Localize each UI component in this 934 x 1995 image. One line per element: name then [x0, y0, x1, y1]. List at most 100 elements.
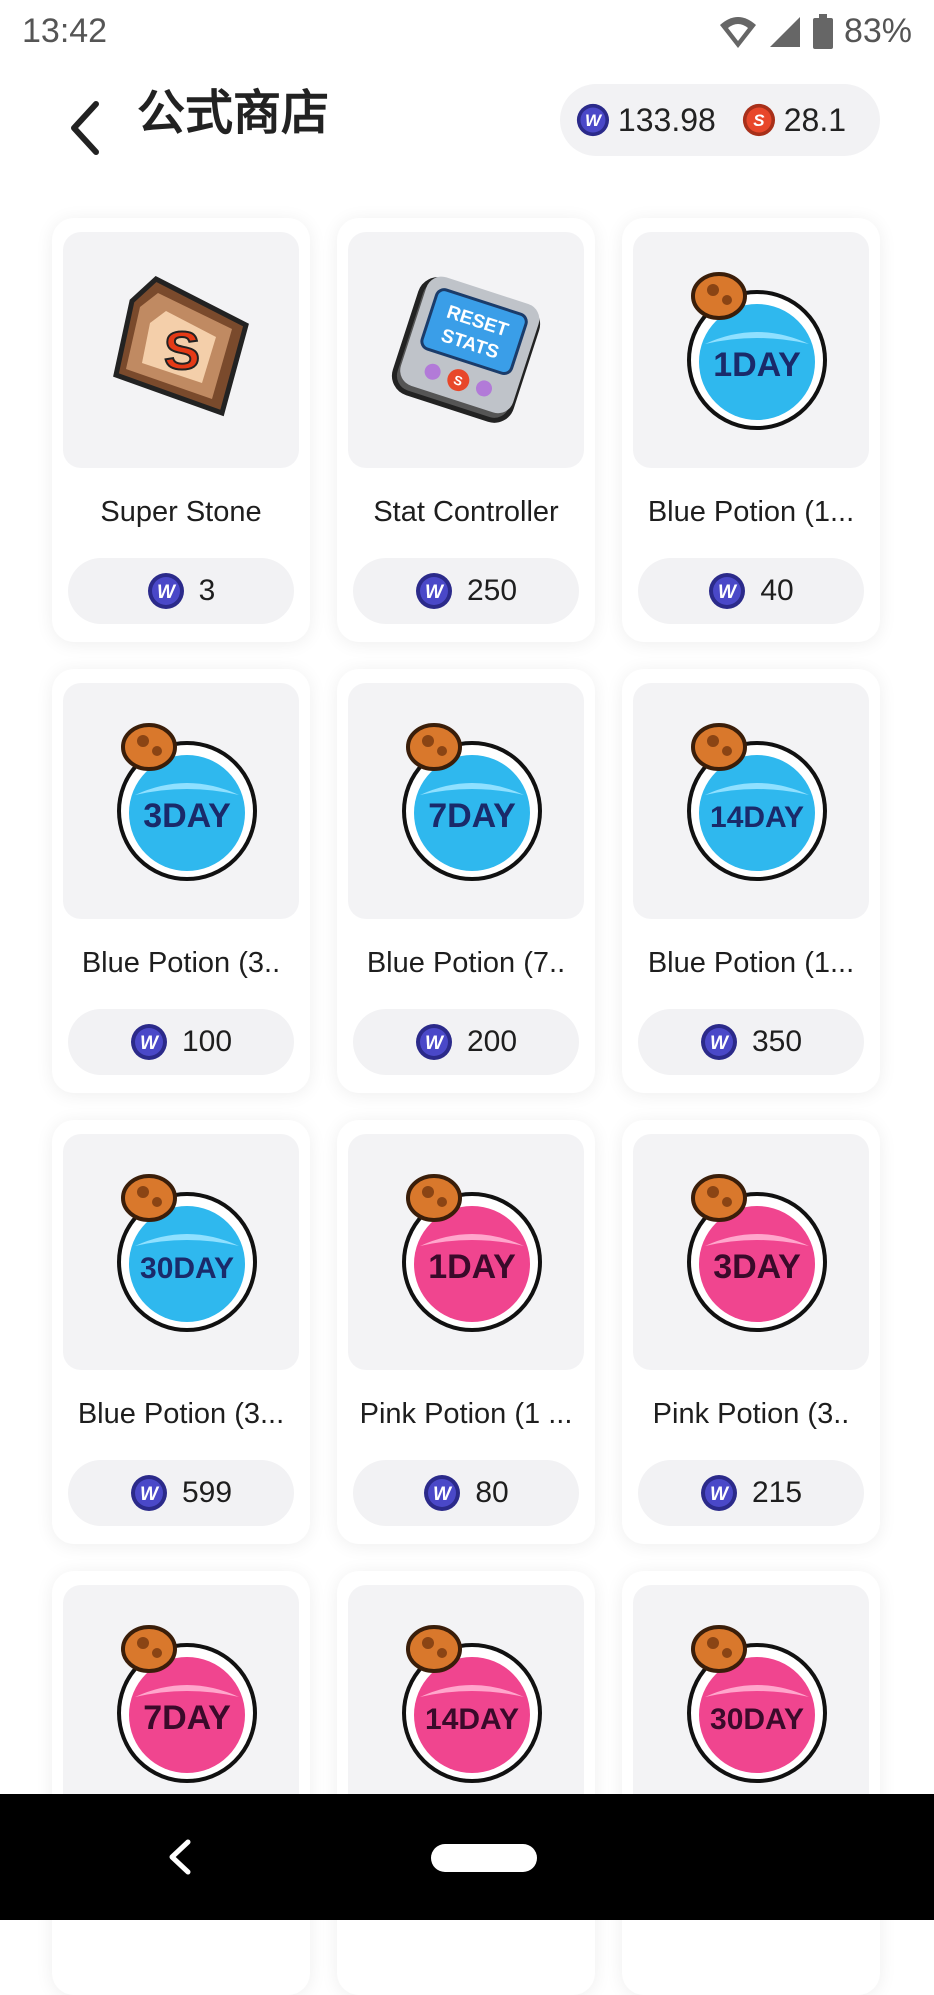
product-price: 599 — [181, 1476, 233, 1509]
product-image: 7DAY — [348, 683, 584, 919]
s-coin-letter: S — [753, 111, 765, 130]
product-price: 40 — [760, 574, 794, 607]
buy-button[interactable]: W 40 — [638, 558, 864, 624]
pink-potion-icon: 3DAY — [687, 1174, 827, 1332]
w-coin-letter: W — [425, 1033, 445, 1054]
buy-button[interactable]: W 350 — [638, 1009, 864, 1075]
potion-label: 14DAY — [710, 801, 804, 834]
product-name: Stat Controller — [373, 496, 559, 528]
w-coin-icon: W — [147, 573, 184, 609]
buy-button[interactable]: W 100 — [68, 1009, 294, 1075]
product-price: 80 — [475, 1476, 509, 1509]
pink-potion-icon: 14DAY — [402, 1625, 542, 1783]
nav-back-icon[interactable] — [162, 1832, 198, 1882]
product-image: 3DAY — [63, 683, 299, 919]
balance-pill: W 133.98 S 28.1 — [560, 84, 880, 156]
battery-percent: 83% — [843, 12, 912, 50]
product-image: 7DAY — [63, 1585, 299, 1821]
potion-label: 30DAY — [710, 1703, 804, 1736]
product-name: Blue Potion (3... — [77, 1398, 285, 1430]
product-price: 250 — [466, 574, 518, 607]
product-card[interactable]: S Super Stone W 3 — [52, 218, 310, 642]
potion-label: 3DAY — [143, 797, 231, 835]
product-card[interactable]: 7DAY Blue Potion (7.. W 200 — [337, 669, 595, 1093]
buy-button[interactable]: W 80 — [353, 1460, 579, 1526]
product-name: Blue Potion (7.. — [366, 947, 566, 979]
product-card[interactable]: 1DAY Blue Potion (1... W 40 — [622, 218, 880, 642]
potion-label: 3DAY — [713, 1248, 801, 1286]
super-stone-icon: S — [113, 275, 249, 417]
status-time: 13:42 — [22, 12, 108, 50]
w-coin-icon: W — [424, 1475, 461, 1511]
buy-button[interactable]: W 599 — [68, 1460, 294, 1526]
product-price: 200 — [466, 1025, 518, 1058]
w-coin-letter: W — [425, 582, 445, 603]
product-image: RESET STATS S — [348, 232, 584, 468]
product-card[interactable]: 1DAY Pink Potion (1 ... W 80 — [337, 1120, 595, 1544]
w-coin-letter: W — [710, 1033, 730, 1054]
product-card[interactable]: 7DAY — [52, 1571, 310, 1995]
blue-potion-icon: 14DAY — [687, 723, 827, 881]
pink-potion-icon: 30DAY — [687, 1625, 827, 1783]
status-icons: 83% — [718, 12, 912, 51]
signal-icon — [769, 16, 800, 47]
s-balance-value: 28.1 — [783, 101, 846, 138]
potion-label: 30DAY — [140, 1252, 234, 1285]
product-image: 1DAY — [633, 232, 869, 468]
product-image: S — [63, 232, 299, 468]
product-name: Pink Potion (1 ... — [359, 1398, 573, 1430]
back-arrow-icon[interactable] — [62, 92, 112, 162]
stone-letter: S — [164, 321, 200, 381]
potion-label: 1DAY — [428, 1248, 516, 1286]
w-coin-icon: W — [700, 1024, 737, 1060]
w-coin-letter: W — [710, 1484, 730, 1505]
buy-button[interactable]: W 215 — [638, 1460, 864, 1526]
potion-label: 7DAY — [428, 797, 516, 835]
buy-button[interactable]: W 250 — [353, 558, 579, 624]
blue-potion-icon: 30DAY — [117, 1174, 257, 1332]
pink-potion-icon: 7DAY — [117, 1625, 257, 1783]
w-coin-letter: W — [585, 111, 603, 130]
product-name: Blue Potion (1... — [647, 947, 855, 979]
buy-button[interactable]: W 200 — [353, 1009, 579, 1075]
product-card[interactable]: 14DAY Blue Potion (1... W 350 — [622, 669, 880, 1093]
product-card[interactable]: 30DAY — [622, 1571, 880, 1995]
potion-label: 1DAY — [713, 346, 801, 384]
header: 公式商店 W 133.98 S 28.1 — [0, 80, 934, 180]
product-card[interactable]: 3DAY Pink Potion (3.. W 215 — [622, 1120, 880, 1544]
potion-label: 7DAY — [143, 1699, 231, 1737]
w-coin-icon: W — [576, 103, 610, 137]
product-card[interactable]: 30DAY Blue Potion (3... W 599 — [52, 1120, 310, 1544]
potion-label: 14DAY — [425, 1703, 519, 1736]
product-price: 3 — [198, 574, 216, 607]
stat-controller-icon: RESET STATS S — [391, 276, 541, 423]
w-coin-icon: W — [415, 573, 452, 609]
w-coin-letter: W — [140, 1033, 160, 1054]
product-name: Blue Potion (3.. — [81, 947, 281, 979]
w-coin-icon: W — [709, 573, 746, 609]
product-name: Pink Potion (3.. — [652, 1398, 850, 1430]
w-coin-icon: W — [130, 1024, 167, 1060]
wifi-icon — [719, 16, 756, 48]
buy-button[interactable]: W 3 — [68, 558, 294, 624]
product-image: 14DAY — [348, 1585, 584, 1821]
w-balance-value: 133.98 — [617, 101, 716, 138]
blue-potion-icon: 1DAY — [687, 272, 827, 430]
s-coin-icon: S — [742, 103, 775, 137]
page-title: 公式商店 — [137, 87, 330, 140]
w-coin-icon: W — [130, 1475, 167, 1511]
blue-potion-icon: 3DAY — [117, 723, 257, 881]
product-card[interactable]: 14DAY — [337, 1571, 595, 1995]
nav-home-pill[interactable] — [431, 1844, 537, 1872]
product-image: 3DAY — [633, 1134, 869, 1370]
product-image: 30DAY — [633, 1585, 869, 1821]
w-coin-icon: W — [415, 1024, 452, 1060]
product-card[interactable]: 3DAY Blue Potion (3.. W 100 — [52, 669, 310, 1093]
w-coin-letter: W — [157, 582, 177, 603]
pink-potion-icon: 1DAY — [402, 1174, 542, 1332]
product-card[interactable]: RESET STATS S Stat Controller W 250 — [337, 218, 595, 642]
blue-potion-icon: 7DAY — [402, 723, 542, 881]
w-coin-letter: W — [433, 1484, 453, 1505]
product-name: Blue Potion (1... — [647, 496, 855, 528]
system-nav-bar — [0, 1794, 934, 1920]
